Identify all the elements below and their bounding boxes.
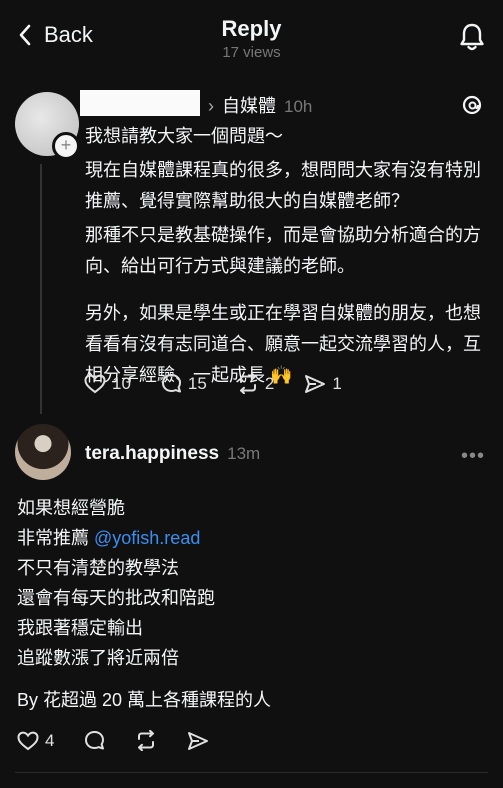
repost-button[interactable]: 2 <box>237 373 274 394</box>
reply-time: 13m <box>227 444 261 463</box>
header: Back Reply 17 views <box>0 0 503 72</box>
share-icon <box>188 731 209 750</box>
view-count: 17 views <box>222 44 281 61</box>
heart-icon <box>17 731 39 750</box>
post-time: 10h <box>284 97 313 116</box>
comment-icon <box>161 374 181 393</box>
reply-meta: tera.happiness 13m <box>85 443 260 465</box>
post-paragraph: 我想請教大家一個問題～ <box>85 126 283 146</box>
like-button[interactable]: 4 <box>17 731 54 751</box>
post-paragraph: 那種不只是教基礎操作，而是會協助分析適合的方向、給出可行方式與建議的老師。 <box>85 225 481 276</box>
more-icon[interactable]: ••• <box>461 445 485 468</box>
like-button[interactable]: 10 <box>84 374 131 394</box>
avatar[interactable] <box>15 424 71 480</box>
share-button[interactable]: 1 <box>304 373 342 394</box>
share-button[interactable] <box>187 731 209 751</box>
reply-line: 我跟著穩定輸出 <box>17 618 143 638</box>
comment-count: 15 <box>187 373 207 393</box>
reply-line: 不只有清楚的教學法 <box>17 558 179 578</box>
reply-signature: By 花超過 20 萬上各種課程的人 <box>17 690 272 710</box>
repost-icon <box>239 373 256 394</box>
thread-line <box>40 164 42 414</box>
repost-button[interactable] <box>135 730 157 751</box>
comment-button[interactable] <box>84 730 105 751</box>
post-meta: › 自媒體 10h <box>208 92 312 118</box>
post-body: 我想請教大家一個問題～ 現在自媒體課程真的很多，想問問大家有沒有特別推薦、覺得實… <box>85 121 495 394</box>
divider <box>15 772 488 773</box>
reply-line: 追蹤數漲了將近兩倍 <box>17 648 179 668</box>
redacted-username <box>80 90 200 116</box>
like-count: 10 <box>112 373 131 393</box>
post-paragraph: 現在自媒體課程真的很多，想問問大家有沒有特別推薦、覺得實際幫助很大的自媒體老師？ <box>85 160 481 211</box>
reply-username[interactable]: tera.happiness <box>85 443 219 465</box>
threads-logo-icon <box>461 94 483 121</box>
bell-icon <box>460 23 484 51</box>
comment-button[interactable]: 15 <box>161 373 207 394</box>
repost-count: 2 <box>264 373 275 393</box>
reply-line-with-mention: 非常推薦 @yofish.read <box>17 523 487 553</box>
reply-line: 如果想經營脆 <box>17 498 125 518</box>
mention-link[interactable]: @yofish.read <box>94 528 200 548</box>
reply-body: 如果想經營脆 非常推薦 @yofish.read 不只有清楚的教學法 還會有每天… <box>17 493 487 715</box>
heart-icon <box>84 374 106 393</box>
share-icon <box>305 374 326 393</box>
community-name[interactable]: 自媒體 <box>222 92 276 118</box>
comment-icon <box>85 731 105 750</box>
reply-actions: 4 <box>17 730 239 751</box>
chevron-right-icon: › <box>208 96 214 116</box>
post-actions: 10 15 2 1 <box>84 373 372 394</box>
notifications-button[interactable] <box>459 22 485 57</box>
like-count: 4 <box>45 730 55 750</box>
page-title: Reply <box>221 16 282 41</box>
follow-plus-button[interactable]: + <box>52 132 80 160</box>
repost-icon <box>138 730 155 751</box>
reply-line: 非常推薦 <box>17 528 89 548</box>
share-count: 1 <box>332 373 342 393</box>
reply-line: 還會有每天的批改和陪跑 <box>17 588 215 608</box>
